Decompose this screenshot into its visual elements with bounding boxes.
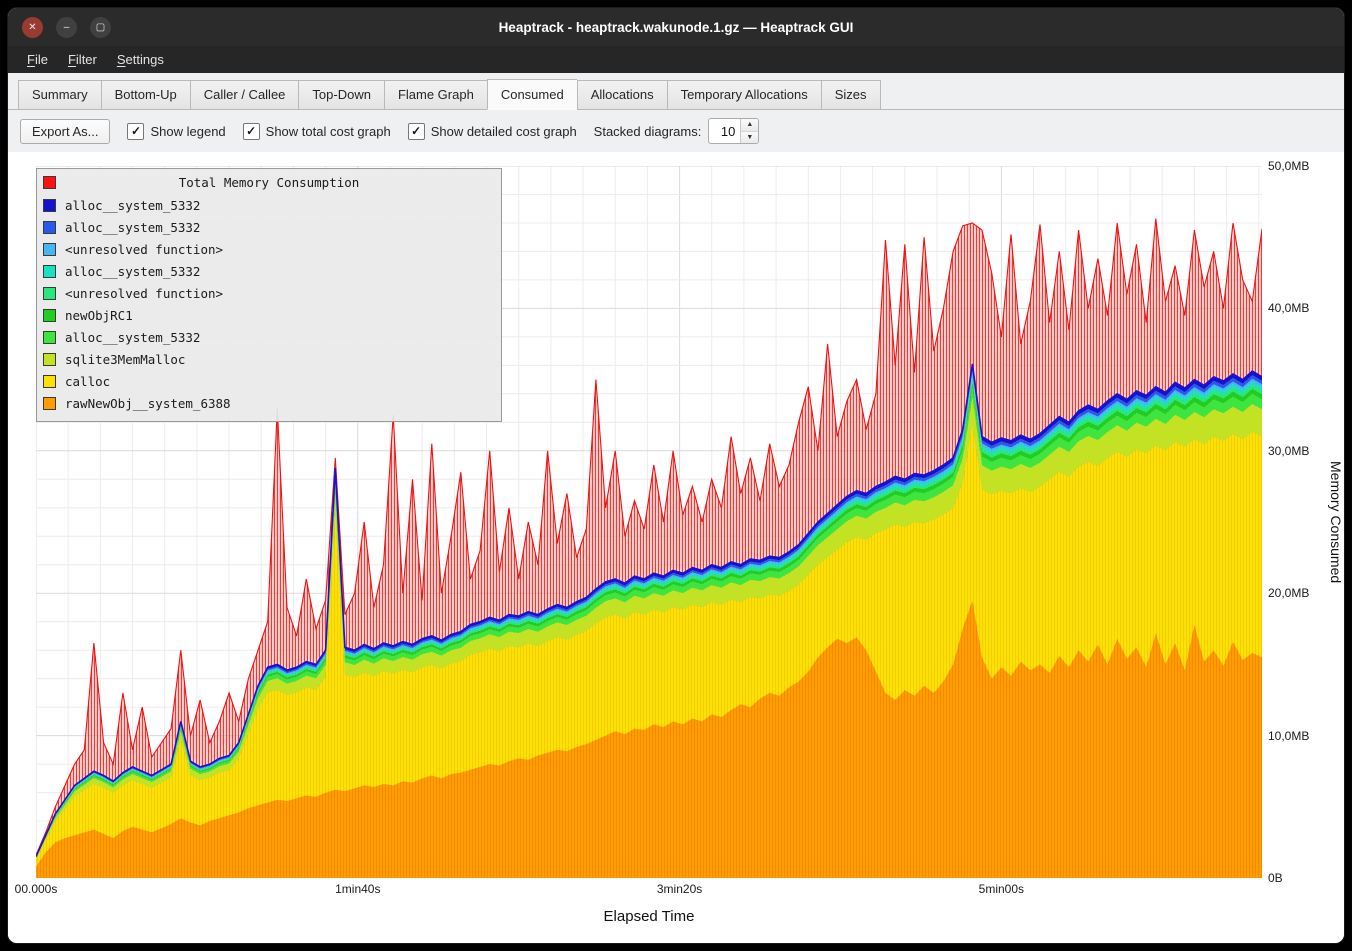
legend-swatch — [43, 375, 56, 388]
legend-swatch — [43, 309, 56, 322]
legend-item: alloc__system_5332 — [43, 260, 495, 282]
legend-title: Total Memory Consumption — [179, 175, 360, 190]
toolbar: Export As... ✓ Show legend ✓ Show total cos… — [8, 110, 1344, 152]
legend-item: <unresolved function> — [43, 282, 495, 304]
tab-caller-callee[interactable]: Caller / Callee — [190, 80, 299, 110]
checkbox-show-legend[interactable]: ✓ Show legend — [127, 123, 225, 140]
y-tick: 0B — [1268, 871, 1283, 885]
legend-label: alloc__system_5332 — [65, 198, 200, 213]
y-tick: 20,0MB — [1268, 586, 1309, 600]
menubar: FileFilterSettings — [8, 46, 1344, 73]
tab-summary[interactable]: Summary — [18, 80, 101, 110]
window-controls: ✕ – ▢ — [22, 17, 111, 38]
y-axis-title-column: Memory Consumed — [1324, 166, 1344, 878]
stacked-diagrams-label: Stacked diagrams: — [594, 124, 702, 139]
chart-legend: Total Memory Consumption alloc__system_53… — [36, 168, 502, 422]
spin-up-button[interactable]: ▲ — [741, 119, 758, 131]
tab-bar: SummaryBottom-UpCaller / CalleeTop-DownF… — [8, 73, 1344, 110]
legend-item: newObjRC1 — [43, 304, 495, 326]
window-title: Heaptrack - heaptrack.wakunode.1.gz — He… — [8, 20, 1344, 35]
legend-label: <unresolved function> — [65, 242, 223, 257]
memory-chart[interactable]: Total Memory Consumption alloc__system_53… — [36, 166, 1262, 878]
close-button[interactable]: ✕ — [22, 17, 43, 38]
legend-swatch — [43, 221, 56, 234]
menu-item-file[interactable]: File — [18, 49, 57, 70]
checkbox-check-icon: ✓ — [127, 123, 144, 140]
legend-item: calloc — [43, 370, 495, 392]
chart-area: Total Memory Consumption alloc__system_53… — [8, 152, 1344, 943]
titlebar: ✕ – ▢ Heaptrack - heaptrack.wakunode.1.g… — [8, 8, 1344, 46]
legend-swatch — [43, 353, 56, 366]
minimize-button[interactable]: – — [56, 17, 77, 38]
legend-label: calloc — [65, 374, 110, 389]
spin-value: 10 — [709, 119, 740, 143]
y-axis-ticks: 0B10,0MB20,0MB30,0MB40,0MB50,0MB — [1262, 166, 1324, 878]
menu-item-settings[interactable]: Settings — [108, 49, 173, 70]
tab-consumed[interactable]: Consumed — [487, 79, 577, 110]
checkbox-label: Show legend — [150, 124, 225, 139]
maximize-button[interactable]: ▢ — [90, 17, 111, 38]
legend-item: alloc__system_5332 — [43, 326, 495, 348]
legend-label: alloc__system_5332 — [65, 220, 200, 235]
checkbox-show-detailed-cost-graph[interactable]: ✓ Show detailed cost graph — [408, 123, 577, 140]
checkbox-check-icon: ✓ — [408, 123, 425, 140]
menu-item-filter[interactable]: Filter — [59, 49, 106, 70]
y-tick: 50,0MB — [1268, 159, 1309, 173]
checkbox-label: Show total cost graph — [266, 124, 391, 139]
x-tick: 3min20s — [657, 882, 702, 896]
tab-bottom-up[interactable]: Bottom-Up — [101, 80, 190, 110]
checkbox-check-icon: ✓ — [243, 123, 260, 140]
legend-item: alloc__system_5332 — [43, 194, 495, 216]
checkbox-container: ✓ Show legend ✓ Show total cost graph ✓ Show … — [127, 123, 576, 140]
checkbox-label: Show detailed cost graph — [431, 124, 577, 139]
tab-top-down[interactable]: Top-Down — [298, 80, 384, 110]
plot-left-margin — [8, 166, 36, 878]
legend-swatch — [43, 243, 56, 256]
tab-allocations[interactable]: Allocations — [577, 80, 667, 110]
legend-label: newObjRC1 — [65, 308, 133, 323]
x-axis-title: Elapsed Time — [604, 908, 695, 925]
legend-swatch — [43, 176, 56, 189]
app-window: ✕ – ▢ Heaptrack - heaptrack.wakunode.1.g… — [7, 7, 1345, 944]
x-tick: 00.000s — [15, 882, 58, 896]
legend-item: <unresolved function> — [43, 238, 495, 260]
y-tick: 40,0MB — [1268, 301, 1309, 315]
spin-down-button[interactable]: ▼ — [741, 131, 758, 144]
legend-swatch — [43, 397, 56, 410]
checkbox-show-total-cost-graph[interactable]: ✓ Show total cost graph — [243, 123, 391, 140]
legend-label: alloc__system_5332 — [65, 330, 200, 345]
legend-title-row: Total Memory Consumption — [43, 172, 495, 194]
legend-label: alloc__system_5332 — [65, 264, 200, 279]
export-as-button[interactable]: Export As... — [20, 119, 110, 144]
stacked-diagrams-spinbox[interactable]: 10 ▲ ▼ — [708, 118, 759, 144]
y-tick: 10,0MB — [1268, 729, 1309, 743]
legend-item: sqlite3MemMalloc — [43, 348, 495, 370]
legend-label: rawNewObj__system_6388 — [65, 396, 231, 411]
tab-temporary-allocations[interactable]: Temporary Allocations — [667, 80, 821, 110]
legend-swatch — [43, 265, 56, 278]
legend-label: sqlite3MemMalloc — [65, 352, 185, 367]
legend-item: alloc__system_5332 — [43, 216, 495, 238]
y-axis-title: Memory Consumed — [1328, 461, 1344, 583]
tab-flame-graph[interactable]: Flame Graph — [384, 80, 487, 110]
y-tick: 30,0MB — [1268, 444, 1309, 458]
x-tick: 1min40s — [335, 882, 380, 896]
legend-swatch — [43, 199, 56, 212]
legend-item: rawNewObj__system_6388 — [43, 392, 495, 414]
legend-swatch — [43, 287, 56, 300]
x-axis-ticks: 00.000s1min40s3min20s5min00s — [36, 878, 1262, 900]
tab-sizes[interactable]: Sizes — [821, 80, 881, 110]
legend-swatch — [43, 331, 56, 344]
legend-label: <unresolved function> — [65, 286, 223, 301]
x-tick: 5min00s — [979, 882, 1024, 896]
